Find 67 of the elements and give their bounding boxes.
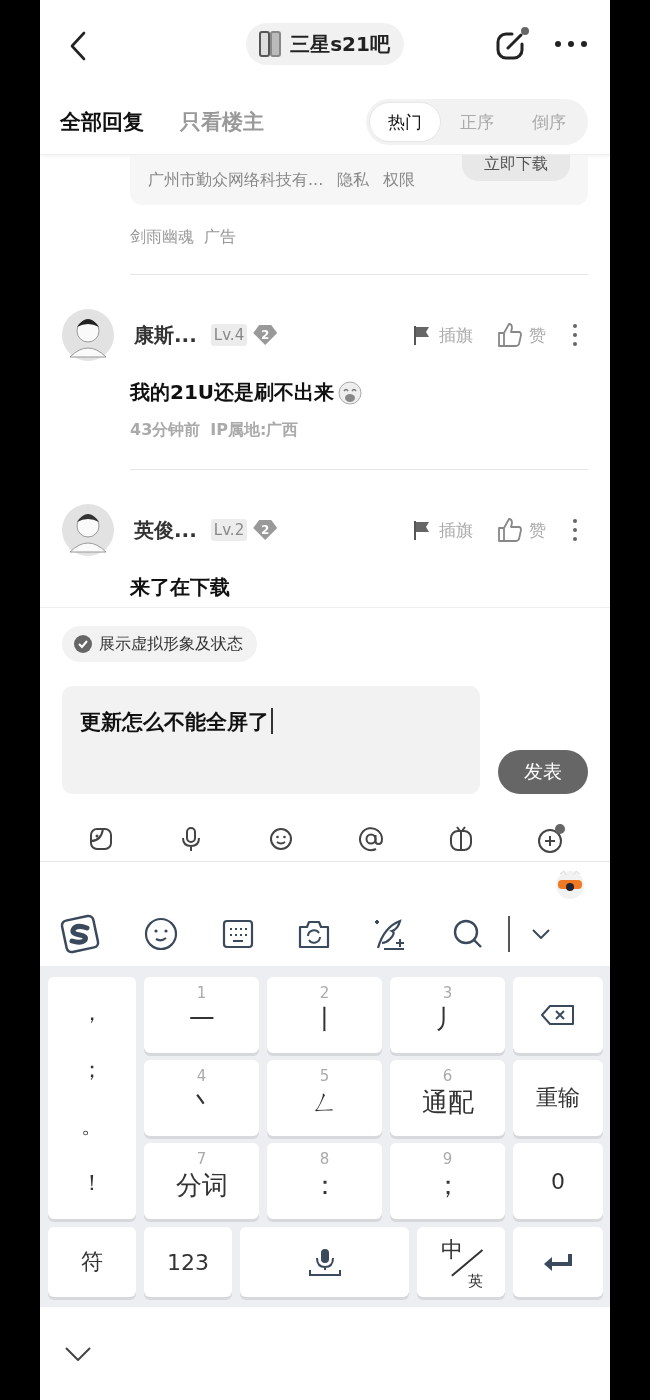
key[interactable]: 符: [48, 1227, 136, 1297]
comment-text: 我的21U还是刷不出来: [130, 379, 335, 406]
stroke-key[interactable]: 5 ㄥ: [267, 1060, 382, 1136]
avatar-icon[interactable]: [62, 309, 114, 361]
sort-option[interactable]: 热门: [369, 102, 441, 142]
stroke-key[interactable]: 6 通配: [390, 1060, 505, 1136]
emoji-icon: [338, 380, 363, 405]
mascot-icon[interactable]: [554, 868, 586, 900]
filter-tab[interactable]: 全部回复: [60, 108, 144, 136]
stroke-key[interactable]: 1 一: [144, 977, 259, 1053]
avatar-toggle[interactable]: 展示虚拟形象及状态: [62, 626, 257, 662]
at-sign-icon[interactable]: [358, 826, 384, 852]
comment-text: 来了在下载: [130, 574, 230, 601]
search-icon[interactable]: [452, 918, 484, 950]
thumbs-up-icon[interactable]: [497, 517, 523, 543]
reply-input[interactable]: 更新怎么不能全屏了: [62, 686, 480, 794]
voice-space-key[interactable]: [240, 1227, 409, 1297]
sticker-icon[interactable]: [89, 827, 113, 851]
language-switch-key[interactable]: 中 英: [417, 1227, 505, 1297]
hide-keyboard-icon[interactable]: [65, 1346, 91, 1361]
edit-icon[interactable]: [494, 26, 530, 62]
avatar-icon[interactable]: [62, 504, 114, 556]
backspace-key[interactable]: [513, 977, 603, 1053]
enter-key[interactable]: [513, 1227, 603, 1297]
microphone-icon[interactable]: [179, 826, 203, 852]
stroke-key[interactable]: 3 丿: [390, 977, 505, 1053]
backspace-icon: [540, 1004, 576, 1026]
punctuation-key[interactable]: 。: [81, 1111, 103, 1142]
post-time: 43分钟前: [130, 420, 201, 441]
back-icon[interactable]: [70, 31, 86, 61]
stroke-key[interactable]: 2 丨: [267, 977, 382, 1053]
camera-icon[interactable]: [298, 919, 330, 949]
add-icon[interactable]: [536, 824, 566, 854]
smiley-icon[interactable]: [144, 917, 178, 951]
level-badge: Lv.2: [210, 519, 248, 541]
stroke-key[interactable]: 7 分词: [144, 1143, 259, 1219]
smiley-icon[interactable]: [269, 827, 293, 851]
phone-icon: [258, 30, 283, 58]
more-icon[interactable]: [554, 40, 588, 48]
microphone-icon: [307, 1248, 342, 1276]
stroke-key[interactable]: 4 丶: [144, 1060, 259, 1136]
forum-title[interactable]: 三星s21吧: [246, 23, 404, 65]
ad-source: 剑雨幽魂: [130, 227, 194, 248]
punctuation-key[interactable]: ；: [81, 1054, 103, 1085]
user-name[interactable]: 英俊...: [134, 516, 197, 544]
punctuation-key[interactable]: ！: [81, 1167, 103, 1198]
stroke-key[interactable]: 9 ；: [390, 1143, 505, 1219]
send-button[interactable]: 发表: [498, 750, 588, 794]
key[interactable]: 0: [513, 1143, 603, 1219]
chevron-down-icon[interactable]: [531, 929, 550, 939]
diamond-badge: 2: [253, 520, 278, 540]
thumbs-up-icon[interactable]: [497, 322, 523, 348]
punctuation-key[interactable]: ，: [81, 998, 103, 1029]
enter-icon: [543, 1253, 573, 1271]
download-button[interactable]: 立即下载: [462, 155, 570, 181]
input-method-logo-icon[interactable]: [60, 914, 100, 954]
ad-label: 广告: [204, 227, 236, 248]
keyboard-icon[interactable]: [222, 919, 254, 949]
key[interactable]: 123: [144, 1227, 232, 1297]
stroke-key[interactable]: 8 ：: [267, 1143, 382, 1219]
ip-location: IP属地:广西: [210, 420, 299, 441]
diamond-badge: 2: [253, 325, 278, 345]
user-name[interactable]: 康斯...: [134, 321, 197, 349]
advertiser-name: 广州市勤众网络科技有...: [148, 169, 324, 191]
tv-icon[interactable]: [449, 826, 473, 852]
level-badge: Lv.4: [210, 324, 248, 346]
key[interactable]: 重输: [513, 1060, 603, 1136]
